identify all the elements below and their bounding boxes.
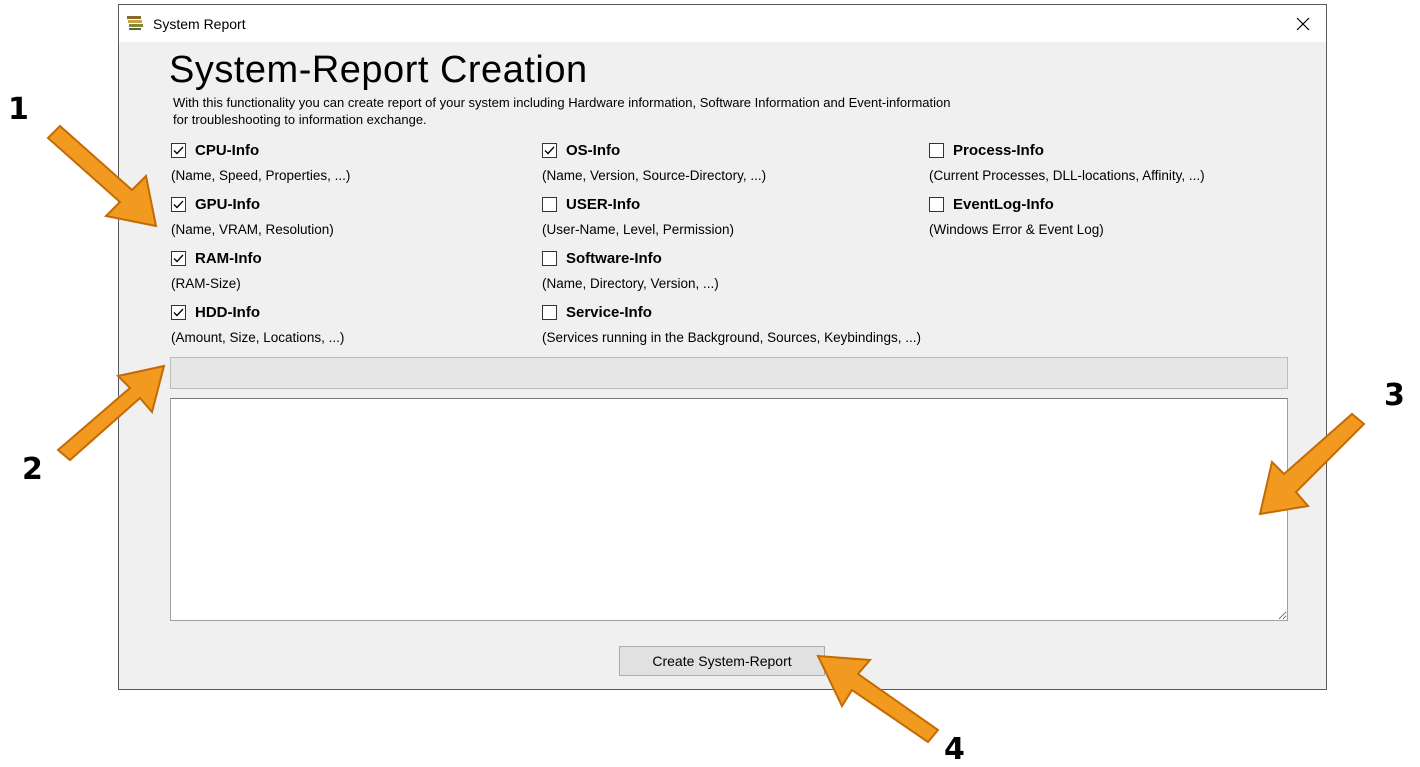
- checkbox-hdd-info[interactable]: HDD-Info: [171, 303, 344, 321]
- report-stack-icon: [127, 16, 143, 30]
- option-os-info: OS-Info (Name, Version, Source-Directory…: [542, 141, 766, 183]
- checkbox-box[interactable]: [929, 142, 944, 158]
- checkmark-icon: [173, 146, 184, 154]
- checkbox-label: OS-Info: [566, 141, 621, 159]
- option-description: (Name, VRAM, Resolution): [171, 222, 334, 237]
- option-description: (Name, Directory, Version, ...): [542, 276, 719, 291]
- checkbox-box[interactable]: [171, 250, 186, 266]
- option-process-info: Process-Info (Current Processes, DLL-loc…: [929, 141, 1205, 183]
- checkbox-box[interactable]: [171, 142, 186, 158]
- callout-arrow-4: [816, 654, 940, 744]
- checkbox-label: HDD-Info: [195, 303, 260, 321]
- option-description: (RAM-Size): [171, 276, 241, 291]
- option-description: (Amount, Size, Locations, ...): [171, 330, 345, 345]
- close-icon: [1296, 17, 1310, 30]
- checkbox-os-info[interactable]: OS-Info: [542, 141, 766, 159]
- option-description: (Name, Speed, Properties, ...): [171, 168, 351, 183]
- checkbox-process-info[interactable]: Process-Info: [929, 141, 1205, 159]
- callout-arrow-3: [1258, 412, 1366, 516]
- checkbox-box[interactable]: [171, 304, 186, 320]
- option-user-info: USER-Info (User-Name, Level, Permission): [542, 195, 734, 237]
- callout-number-4: 4: [944, 732, 965, 767]
- checkbox-label: USER-Info: [566, 195, 641, 213]
- callout-arrow-2: [56, 364, 166, 462]
- option-description: (Windows Error & Event Log): [929, 222, 1104, 237]
- checkbox-cpu-info[interactable]: CPU-Info: [171, 141, 350, 159]
- window-title: System Report: [153, 16, 246, 32]
- checkmark-icon: [173, 200, 184, 208]
- option-eventlog-info: EventLog-Info (Windows Error & Event Log…: [929, 195, 1104, 237]
- title-bar[interactable]: System Report: [119, 5, 1326, 42]
- callout-number-1: 1: [8, 92, 29, 127]
- checkmark-icon: [173, 308, 184, 316]
- checkbox-gpu-info[interactable]: GPU-Info: [171, 195, 334, 213]
- callout-number-3: 3: [1384, 378, 1405, 413]
- option-description: (Services running in the Background, Sou…: [542, 330, 921, 345]
- checkmark-icon: [173, 254, 184, 262]
- checkbox-box[interactable]: [542, 142, 557, 158]
- option-gpu-info: GPU-Info (Name, VRAM, Resolution): [171, 195, 334, 237]
- option-service-info: Service-Info (Services running in the Ba…: [542, 303, 921, 345]
- option-cpu-info: CPU-Info (Name, Speed, Properties, ...): [171, 141, 350, 183]
- checkbox-label: EventLog-Info: [953, 195, 1054, 213]
- option-software-info: Software-Info (Name, Directory, Version,…: [542, 249, 719, 291]
- option-description: (User-Name, Level, Permission): [542, 222, 735, 237]
- description-line-1: With this functionality you can create r…: [173, 95, 951, 110]
- description: With this functionality you can create r…: [173, 94, 1173, 128]
- report-output-textbox[interactable]: [170, 398, 1288, 621]
- page-title: System-Report Creation: [169, 49, 588, 91]
- description-line-2: for troubleshooting to information excha…: [173, 112, 427, 127]
- option-ram-info: RAM-Info (RAM-Size): [171, 249, 262, 291]
- close-button[interactable]: [1280, 5, 1326, 42]
- create-system-report-button[interactable]: Create System-Report: [619, 646, 825, 676]
- checkbox-box[interactable]: [171, 196, 186, 212]
- checkbox-label: GPU-Info: [195, 195, 260, 213]
- checkbox-software-info[interactable]: Software-Info: [542, 249, 719, 267]
- option-hdd-info: HDD-Info (Amount, Size, Locations, ...): [171, 303, 344, 345]
- callout-arrow-1: [46, 124, 158, 228]
- checkbox-service-info[interactable]: Service-Info: [542, 303, 921, 321]
- checkbox-box[interactable]: [542, 196, 557, 212]
- checkbox-box[interactable]: [542, 250, 557, 266]
- checkbox-label: Process-Info: [953, 141, 1044, 159]
- callout-number-2: 2: [22, 452, 43, 487]
- option-description: (Name, Version, Source-Directory, ...): [542, 168, 767, 183]
- checkbox-ram-info[interactable]: RAM-Info: [171, 249, 262, 267]
- checkmark-icon: [544, 146, 555, 154]
- progress-bar: [170, 357, 1288, 389]
- system-report-window: System Report System-Report Creation Wit…: [118, 4, 1327, 690]
- checkbox-eventlog-info[interactable]: EventLog-Info: [929, 195, 1104, 213]
- option-description: (Current Processes, DLL-locations, Affin…: [929, 168, 1205, 183]
- checkbox-label: Software-Info: [566, 249, 662, 267]
- checkbox-label: Service-Info: [566, 303, 652, 321]
- checkbox-label: RAM-Info: [195, 249, 262, 267]
- checkbox-box[interactable]: [542, 304, 557, 320]
- checkbox-user-info[interactable]: USER-Info: [542, 195, 734, 213]
- checkbox-box[interactable]: [929, 196, 944, 212]
- checkbox-label: CPU-Info: [195, 141, 260, 159]
